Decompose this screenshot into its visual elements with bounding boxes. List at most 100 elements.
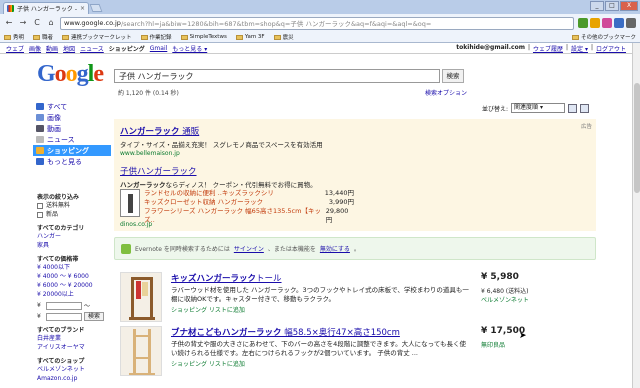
bookmark-item[interactable]: Yam 3F — [235, 34, 265, 40]
evernote-signin-link[interactable]: サインイン — [234, 244, 264, 253]
nav-item-all[interactable]: すべて — [33, 101, 111, 112]
shop-link[interactable]: ベルメゾンネット — [37, 365, 113, 374]
home-button[interactable]: ⌂ — [46, 18, 56, 28]
reload-button[interactable]: C — [32, 18, 42, 28]
extension-icon[interactable] — [602, 18, 612, 28]
free-shipping-checkbox[interactable]: 送料無料 — [37, 201, 113, 210]
folder-icon — [33, 34, 41, 40]
result-count: 約 1,120 件 (0.14 秒) — [118, 90, 179, 97]
sort-controls: 並び替え: 関連度順 ▾ — [482, 103, 590, 113]
left-nav: すべて 画像 動画 ニュース ショッピング もっと見る — [33, 101, 111, 167]
new-item-checkbox[interactable]: 新品 — [37, 210, 113, 219]
bookmark-item[interactable]: 連携ブックマークレット — [62, 33, 132, 41]
category-link[interactable]: ハンガー — [37, 232, 113, 241]
gbar-link-images[interactable]: 画像 — [29, 44, 41, 53]
extension-icon[interactable] — [578, 18, 588, 28]
search-button[interactable]: 検索 — [442, 69, 464, 83]
bookmark-item[interactable]: 震災 — [273, 33, 294, 41]
product-store-link[interactable]: 無印良品 — [481, 340, 505, 349]
bookmark-label: 連携ブックマークレット — [71, 35, 132, 41]
gbar-link-news[interactable]: ニュース — [80, 44, 104, 53]
extension-icon[interactable] — [590, 18, 600, 28]
product-store-link[interactable]: ベルメゾンネット — [481, 295, 529, 304]
list-view-icon[interactable] — [568, 103, 578, 113]
ad-product-row[interactable]: キッズクローゼット収納 ハンガーラック 3,990円 — [144, 198, 354, 207]
price-link[interactable]: ¥ 6000 ～ ¥ 20000 — [37, 281, 113, 290]
close-window-button[interactable]: X — [620, 1, 638, 11]
category-link[interactable]: 家具 — [37, 241, 113, 250]
ad-url[interactable]: dinos.co.jp — [120, 221, 152, 228]
folder-icon — [571, 34, 579, 40]
nav-item-news[interactable]: ニュース — [33, 134, 111, 145]
price-link[interactable]: ¥ 20000以上 — [37, 290, 113, 299]
add-to-shopping-list-link[interactable]: ショッピング リストに追加 — [171, 359, 471, 368]
product-description: 子供の背丈や服の大きさにあわせて、下のバーの高さを4段階に調整できます。大人にな… — [171, 340, 467, 357]
ad-label: 広告 — [580, 124, 592, 130]
scrollbar-thumb[interactable] — [634, 83, 640, 193]
ad-product-image[interactable] — [120, 189, 140, 217]
nav-item-video[interactable]: 動画 — [33, 123, 111, 134]
account-email: tokihide@gmail.com — [456, 43, 525, 51]
new-tab-button[interactable] — [89, 4, 103, 12]
add-to-shopping-list-link[interactable]: ショッピング リストに追加 — [171, 305, 471, 314]
gbar-link-more[interactable]: もっと見る ▾ — [172, 44, 207, 53]
bookmark-item[interactable]: 職者 — [33, 33, 53, 41]
product-title-rest: 幅58.5×奥行47×高さ150cm — [281, 328, 400, 338]
shop-link[interactable]: Amazon.co.jp — [37, 374, 113, 383]
gbar-link-video[interactable]: 動画 — [46, 44, 58, 53]
address-bar[interactable]: www.google.co.jp/search?hl=ja&biw=1280&b… — [60, 16, 574, 30]
browser-tab[interactable]: 子供 ハンガーラック - Googl... × — [3, 2, 89, 14]
maximize-button[interactable]: □ — [605, 1, 619, 11]
sort-select[interactable]: 関連度順 ▾ — [511, 103, 566, 113]
nav-item-images[interactable]: 画像 — [33, 112, 111, 123]
bookmark-item[interactable]: 秀明 — [4, 33, 24, 41]
price-link[interactable]: ¥ 4000 ～ ¥ 6000 — [37, 272, 113, 281]
ad-product-row[interactable]: フラワーシリーズ ハンガーラック 幅65高さ135.5cm【キッズ‥ 29,800… — [144, 207, 354, 225]
product-price-shipping: ¥ 6,480 (送料込) — [481, 288, 529, 295]
product-title-link[interactable]: ブナ材こどもハンガーラック 幅58.5×奥行47×高さ150cm — [171, 326, 471, 338]
google-logo[interactable]: Google — [37, 61, 104, 88]
gbar-link-gmail[interactable]: Gmail — [150, 45, 168, 52]
brand-link[interactable]: アイリスオーヤマ — [37, 343, 113, 352]
product-image[interactable] — [120, 272, 162, 322]
product-image[interactable] — [120, 326, 162, 376]
web-history-link[interactable]: ウェブ履歴 — [533, 44, 563, 53]
ad-url[interactable]: www.bellemaison.jp — [120, 150, 323, 157]
other-bookmarks[interactable]: その他のブックマーク — [571, 33, 636, 41]
ad-product-row[interactable]: ランドセルの収納に便利 ‥キッズラックシリ 13,440円 — [144, 189, 354, 198]
extension-icon[interactable] — [614, 18, 624, 28]
price-min-input[interactable] — [46, 301, 82, 310]
search-input[interactable]: 子供 ハンガーラック — [114, 69, 440, 83]
minimize-button[interactable]: _ — [590, 1, 604, 11]
nav-item-shopping[interactable]: ショッピング — [33, 145, 111, 156]
evernote-text: 。 — [353, 246, 360, 253]
back-button[interactable]: ← — [4, 18, 14, 28]
logout-link[interactable]: ログアウト — [596, 44, 626, 53]
checkbox-icon — [37, 202, 43, 209]
gbar-link-maps[interactable]: 地図 — [63, 44, 75, 53]
evernote-disable-link[interactable]: 無効にする — [320, 244, 350, 253]
bookmark-item[interactable]: 作業記録 — [140, 33, 172, 41]
page-scrollbar[interactable] — [632, 43, 640, 388]
brand-link[interactable]: 白井産業 — [37, 334, 113, 343]
folder-icon — [180, 34, 188, 40]
price-link[interactable]: ¥ 4000以下 — [37, 263, 113, 272]
ad-title-link[interactable]: 子供ハンガーラック — [120, 165, 590, 177]
wrench-menu-icon[interactable] — [626, 18, 636, 28]
grid-view-icon[interactable] — [580, 103, 590, 113]
nav-item-more[interactable]: もっと見る — [33, 156, 111, 167]
search-options-link[interactable]: 検索オプション — [425, 88, 467, 97]
price-max-input[interactable] — [46, 312, 82, 321]
price-search-button[interactable]: 検索 — [84, 312, 104, 321]
ad-desc-bold: ハンガーラック — [120, 181, 166, 189]
forward-button[interactable]: → — [18, 18, 28, 28]
ad-title-link[interactable]: ハンガーラック 通販 — [120, 125, 323, 137]
gbar-link-web[interactable]: ウェブ — [6, 44, 24, 53]
bookmark-item[interactable]: SimpleTextws — [180, 34, 227, 40]
logo-letter: o — [65, 61, 78, 87]
settings-link[interactable]: 設定 ▾ — [571, 44, 588, 53]
ads-section: 広告 ハンガーラック 通販 タイプ・サイズ・品揃え充実！ スグレモノ商品でスペー… — [114, 119, 596, 231]
tab-close-icon[interactable]: × — [80, 5, 85, 12]
product-title-link[interactable]: キッズハンガーラックトール — [171, 272, 471, 284]
sort-label: 並び替え: — [482, 105, 509, 113]
